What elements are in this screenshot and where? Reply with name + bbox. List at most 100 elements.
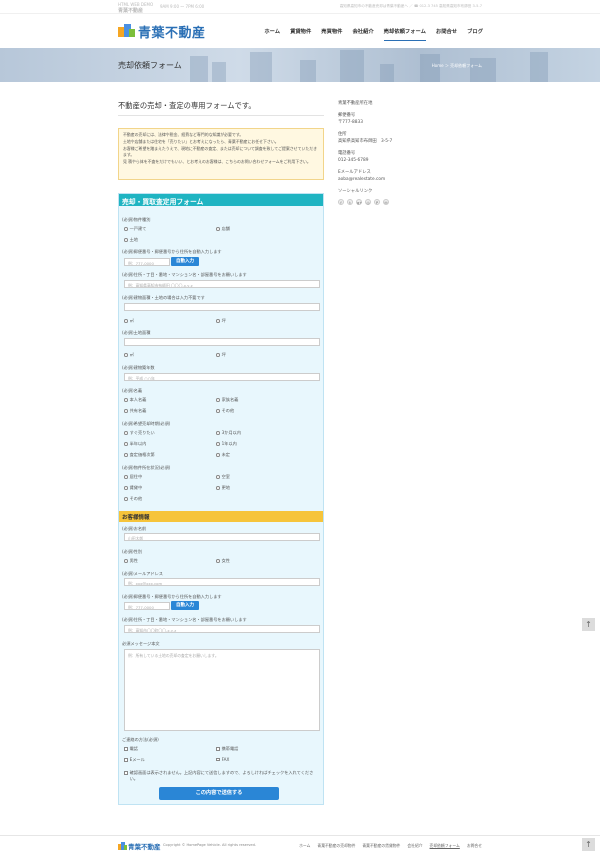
nav-blog[interactable]: ブログ (462, 25, 488, 37)
footer-nav-home[interactable]: ホーム (299, 843, 310, 849)
footer-logo[interactable]: 青葉不動産 (118, 841, 161, 851)
title-holder-label: (必須)名義 (122, 388, 143, 393)
sidebar-zip: 〒777-8833 (338, 120, 363, 125)
check-email[interactable]: Eメール (124, 757, 145, 763)
timing-label: (必須)希望売却時期(必須) (122, 421, 171, 426)
land-area-label: (必須)土地面積 (122, 330, 151, 335)
notice-line: 土地や店舗または住宅を「売りたい」とお考えになったら、青葉不動産にお任せ下さい。 (123, 139, 279, 144)
nav-rental[interactable]: 賃貸物件 (285, 25, 316, 37)
submit-button[interactable]: この内容で送信する (159, 787, 279, 800)
radio-leased[interactable]: 賃貸中 (124, 485, 142, 491)
lead-heading: 不動産の売却・査定の専用フォームです。 (118, 101, 256, 110)
form-section-title: 売却・買取査定用フォーム (119, 194, 323, 206)
sidebar-zip-label: 郵便番号 (338, 113, 356, 118)
radio-status-other[interactable]: その他 (124, 496, 142, 502)
address-input[interactable]: 例：高知県高知市布師田 〇〇〇-x,y,z (124, 280, 320, 288)
radio-detached[interactable]: 一戸建て (124, 226, 146, 232)
scroll-top-button[interactable]: ↑ (582, 618, 595, 631)
age-input[interactable]: 例：平成 ○○年 (124, 373, 320, 381)
message-textarea[interactable]: 例：所有している土地の売却の査定をお願いします。 (124, 649, 320, 731)
logo-houses-icon (118, 23, 136, 39)
address-label: (必須)住所・丁目・番地・マンション名・部屋番号をお願いします (122, 272, 247, 277)
nav-company[interactable]: 会社紹介 (347, 25, 378, 37)
business-hours: 9AM 9:00 ～ 7PM 6:00 (160, 4, 205, 9)
footer-nav-sell-form[interactable]: 売却依頼フォーム (430, 843, 460, 849)
sidebar-mail[interactable]: aoba@realestate.com (338, 177, 385, 183)
radio-occupied[interactable]: 居住中 (124, 474, 142, 480)
radio-3months[interactable]: 3か月以内 (216, 430, 241, 436)
site-header: 青葉不動産 ホーム 賃貸物件 売買物件 会社紹介 売却依頼フォーム お問合せ ブ… (0, 14, 600, 48)
status-label: (必須)物件所在状況(必須) (122, 465, 171, 470)
site-logo[interactable]: 青葉不動産 (118, 22, 206, 41)
radio-undecided[interactable]: 未定 (216, 452, 230, 458)
nav-contact[interactable]: お問合せ (431, 25, 462, 37)
name-input[interactable]: 山田太郎 (124, 533, 320, 541)
confirm-checkbox[interactable]: 確認画面は表示されません。上記内容にて送信しますので、よろしければチェックを入れ… (124, 770, 320, 781)
email-input[interactable]: 例：xxx@xxx.com (124, 578, 320, 586)
check-mobile[interactable]: 携帯電話 (216, 746, 238, 752)
radio-vacant[interactable]: 空室 (216, 474, 230, 480)
notice-line: 不動産の売却には、法律や税金、経費など専門的な知識が必要です。 (123, 132, 244, 137)
top-mini-logo: 青葉不動産 (118, 8, 144, 14)
social-links: f t g+ ◎ P ✉ (338, 199, 389, 205)
footer-divider (0, 835, 600, 836)
footer-nav-company[interactable]: 会社紹介 (407, 843, 422, 849)
radio-asap[interactable]: すぐ売りたい (124, 430, 155, 436)
radio-sqm[interactable]: ㎡ (124, 318, 134, 324)
nav-home[interactable]: ホーム (259, 25, 285, 37)
radio-other-name[interactable]: その他 (216, 408, 234, 414)
scroll-top-button-footer[interactable]: ↑ (582, 838, 595, 851)
main-nav: ホーム 賃貸物件 売買物件 会社紹介 売却依頼フォーム お問合せ ブログ (259, 25, 488, 41)
sell-form: 売却・買取査定用フォーム (必須)物件種別 一戸建て 店舗 土地 (必須)郵便番… (118, 193, 324, 805)
footer-nav-sale[interactable]: 青葉不動産の売却物件 (317, 843, 355, 849)
zip2-input[interactable]: 例：777-0000 (124, 602, 170, 610)
mail-icon[interactable]: ✉ (383, 199, 389, 205)
radio-tsubo-2[interactable]: 坪 (216, 352, 226, 358)
sidebar-company: 青葉不動産所在地 (338, 101, 373, 106)
radio-male[interactable]: 男性 (124, 558, 138, 564)
radio-depends[interactable]: 査定価格次第 (124, 452, 155, 458)
auto-fill-button[interactable]: 自動入力 (171, 257, 199, 266)
customer-section-title: お客様情報 (119, 511, 323, 522)
address2-label: (必須)住所・丁目・番地・マンション名・部屋番号をお願いします (122, 617, 247, 622)
radio-shared-name[interactable]: 共有名義 (124, 408, 146, 414)
radio-empty-lot[interactable]: 更地 (216, 485, 230, 491)
building-area-input[interactable] (124, 303, 320, 311)
breadcrumb[interactable]: Home ＞ 売却依頼フォーム (432, 63, 482, 69)
radio-own-name[interactable]: 本人名義 (124, 397, 146, 403)
divider (118, 115, 324, 116)
facebook-icon[interactable]: f (338, 199, 344, 205)
footer-nav-rental[interactable]: 青葉不動産の賃貸物件 (362, 843, 400, 849)
top-info: 高知県高知市の不動産売却は青葉不動産へ ／ ☎ 012-3 745 高知県高知市… (339, 4, 482, 8)
radio-tsubo[interactable]: 坪 (216, 318, 226, 324)
radio-family-name[interactable]: 家族名義 (216, 397, 238, 403)
nav-sell-form[interactable]: 売却依頼フォーム (379, 25, 431, 41)
email-label: (必須)メールアドレス (122, 571, 163, 576)
notice-line: 見 積やら体を不査をだけでもいい、とお考えのお客様は、こちらのお問い合わせフォー… (123, 159, 311, 164)
notice-box: 不動産の売却には、法律や税金、経費など専門的な知識が必要です。 土地や店舗または… (118, 128, 324, 180)
twitter-icon[interactable]: t (347, 199, 353, 205)
notice-line: お客様ご希望を踏まえたうえで、現地に不動産の査定、または売却について調査を致して… (123, 146, 318, 157)
land-area-input[interactable] (124, 338, 320, 346)
radio-land[interactable]: 土地 (124, 237, 138, 243)
check-fax[interactable]: FAX (216, 757, 229, 762)
radio-store[interactable]: 店舗 (216, 226, 230, 232)
auto-fill-button-2[interactable]: 自動入力 (171, 601, 199, 610)
pinterest-icon[interactable]: P (374, 199, 380, 205)
footer-nav-contact[interactable]: お問合せ (467, 843, 482, 849)
zip-input[interactable]: 例：777-0000 (124, 258, 170, 266)
google-plus-icon[interactable]: g+ (356, 199, 362, 205)
radio-1year[interactable]: 1年以内 (216, 441, 237, 447)
radio-sqm-2[interactable]: ㎡ (124, 352, 134, 358)
logo-text: 青葉不動産 (138, 25, 206, 41)
nav-sale[interactable]: 売買物件 (316, 25, 347, 37)
building-area-label: (必須)建物面積・土地の場合は入力不要です (122, 295, 205, 300)
radio-female[interactable]: 女性 (216, 558, 230, 564)
instagram-icon[interactable]: ◎ (365, 199, 371, 205)
address2-input[interactable]: 例：高知市〇〇町〇〇-x,y,z (124, 625, 320, 633)
check-phone[interactable]: 電話 (124, 746, 138, 752)
name-label: (必須)お名前 (122, 526, 147, 531)
radio-6months[interactable]: 半年以内 (124, 441, 146, 447)
page-title: 売却依頼フォーム (118, 61, 182, 70)
footer-logo-text: 青葉不動産 (128, 843, 161, 851)
